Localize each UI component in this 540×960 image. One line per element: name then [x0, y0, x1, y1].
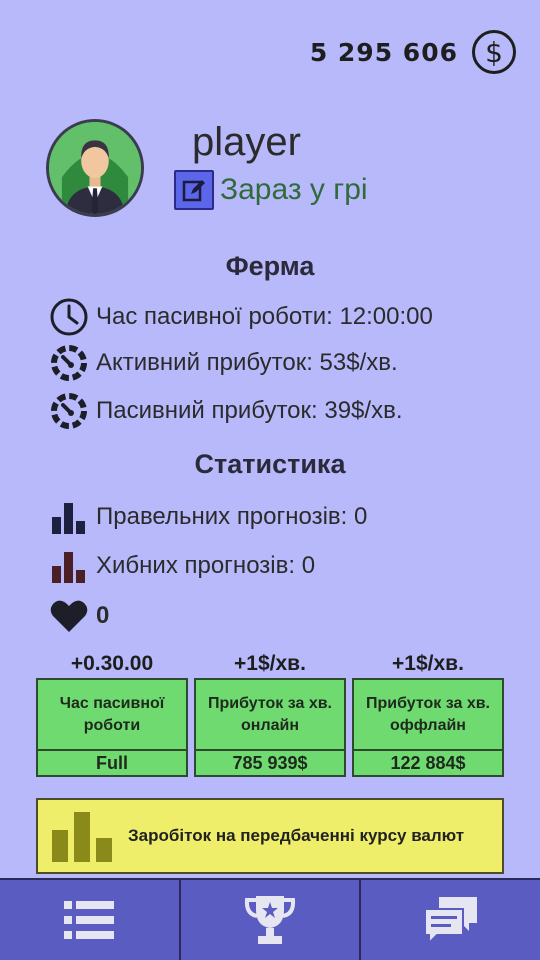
passive-time-text: Час пасивної роботи: 12:00:00 [96, 303, 433, 330]
upgrade-bonus: +1$/хв. [234, 652, 306, 675]
status-row: Зараз у грі [174, 170, 368, 210]
active-income-text: Активний прибуток: 53$/хв. [96, 349, 398, 376]
passive-income-text: Пасивний прибуток: 39$/хв. [96, 397, 403, 424]
passive-income-row: Пасивний прибуток: 39$/хв. [48, 390, 403, 432]
upgrade-price: 122 884$ [352, 751, 504, 777]
upgrades-panel: +0.30.00 Час пасивної роботи Full +1$/хв… [36, 650, 504, 780]
upgrade-bonus: +1$/хв. [392, 652, 464, 675]
edit-icon[interactable] [174, 170, 214, 210]
bar-chart-icon [42, 798, 122, 874]
wrong-predictions-row: Хибних прогнозів: 0 [48, 545, 315, 587]
upgrade-online-income: +1$/хв. Прибуток за хв. онлайн 785 939$ [194, 650, 346, 777]
nav-trophy[interactable] [181, 880, 362, 960]
list-icon [64, 901, 115, 939]
chat-icon [423, 897, 477, 946]
status-text: Зараз у грі [220, 173, 368, 206]
upgrade-price: 785 939$ [194, 751, 346, 777]
upgrade-passive-time-button[interactable]: Час пасивної роботи [36, 678, 188, 751]
wrong-predictions-text: Хибних прогнозів: 0 [96, 552, 316, 579]
trophy-icon [244, 896, 296, 944]
active-income-row: Активний прибуток: 53$/хв. [48, 342, 398, 384]
player-name: player [192, 120, 301, 164]
upgrade-offline-income-button[interactable]: Прибуток за хв. оффлайн [352, 678, 504, 751]
upgrade-price: Full [36, 751, 188, 777]
speedometer-icon [48, 342, 90, 384]
correct-predictions-text: Правельних прогнозів: 0 [96, 503, 368, 530]
upgrade-offline-income: +1$/хв. Прибуток за хв. оффлайн 122 884$ [352, 650, 504, 777]
upgrade-online-income-button[interactable]: Прибуток за хв. онлайн [194, 678, 346, 751]
speedometer-icon [48, 390, 90, 432]
nav-list[interactable] [0, 880, 181, 960]
passive-time-row: Час пасивної роботи: 12:00:00 [48, 296, 433, 338]
stats-title: Статистика [194, 449, 346, 479]
bar-chart-icon [48, 496, 90, 538]
bar-chart-icon [48, 545, 90, 587]
balance-value: 5 295 606 [309, 37, 458, 67]
currency-prediction-banner[interactable]: Заробіток на передбаченні курсу валют [36, 798, 504, 874]
heart-icon [48, 595, 90, 637]
balance-display: 5 295 606 $ [310, 26, 516, 78]
farm-title: Ферма [225, 251, 315, 281]
upgrade-passive-time: +0.30.00 Час пасивної роботи Full [36, 650, 188, 777]
nav-chat[interactable] [361, 880, 540, 960]
dollar-coin-icon[interactable]: $ [472, 30, 516, 74]
avatar[interactable] [46, 119, 144, 217]
banner-text: Заробіток на передбаченні курсу валют [128, 826, 465, 845]
bottom-nav [0, 878, 540, 960]
upgrade-bonus: +0.30.00 [70, 652, 154, 675]
clock-icon [48, 296, 90, 338]
likes-row: 0 [48, 595, 109, 637]
likes-count: 0 [96, 602, 110, 629]
correct-predictions-row: Правельних прогнозів: 0 [48, 496, 367, 538]
